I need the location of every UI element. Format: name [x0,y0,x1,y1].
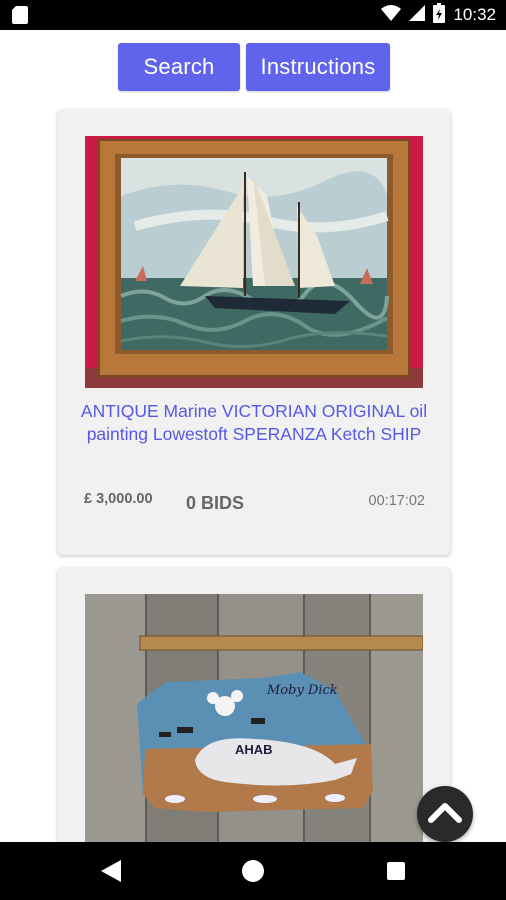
cell-signal-icon [409,5,426,25]
chevron-up-icon [428,800,462,828]
sd-card-icon [12,6,28,24]
navigation-bar [0,842,506,900]
listing-image[interactable] [85,136,423,388]
listing-time-left: 00:17:02 [368,493,425,509]
listing-card[interactable]: ANTIQUE Marine VICTORIAN ORIGINAL oil pa… [58,110,450,555]
listing-card[interactable]: AHAB Moby Dick [58,568,450,894]
scroll-to-top-button[interactable] [417,786,473,842]
status-icons: 10:32 [381,3,496,27]
search-button[interactable]: Search [118,43,240,91]
battery-icon [433,3,446,27]
toolbar: Search Instructions [0,43,506,93]
sign-title-text: Moby Dick [266,683,338,698]
home-icon[interactable] [238,856,268,886]
status-bar: 10:32 [0,0,506,30]
wifi-icon [381,5,402,25]
listing-bids: 0 BIDS [186,493,245,513]
sign-whale-name: AHAB [235,742,273,757]
listing-title[interactable]: ANTIQUE Marine VICTORIAN ORIGINAL oil pa… [78,400,430,446]
listing-price: £ 3,000.00 [84,491,153,507]
back-icon[interactable] [96,856,126,886]
recents-icon[interactable] [381,856,411,886]
clock: 10:32 [453,5,496,24]
instructions-button[interactable]: Instructions [246,43,390,91]
